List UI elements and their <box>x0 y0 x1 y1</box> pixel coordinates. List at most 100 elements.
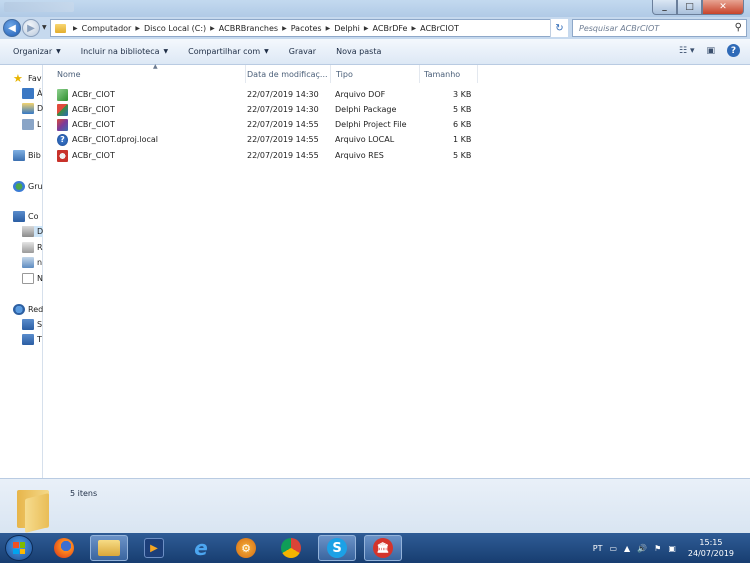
window-title-ghost <box>4 2 74 12</box>
nav-item-network-drive[interactable]: n <box>22 257 42 268</box>
breadcrumb-acbrbranches[interactable]: ACBRBranches <box>219 24 278 33</box>
column-header-type[interactable]: Tipo <box>332 65 420 83</box>
chevron-right-icon[interactable]: ▶ <box>73 25 78 32</box>
new-folder-button[interactable]: Nova pasta <box>336 47 381 56</box>
network-status-icon[interactable]: ▣ <box>668 544 676 553</box>
file-size: 5 KB <box>453 105 472 114</box>
chevron-right-icon[interactable]: ▶ <box>210 25 215 32</box>
maximize-button[interactable]: □ <box>677 0 702 15</box>
network-drive-icon <box>22 257 34 268</box>
homegroup-icon <box>13 181 25 192</box>
file-row[interactable]: ? ACBr_CIOT.dproj.local 22/07/2019 14:55… <box>44 133 484 148</box>
blank-drive-icon <box>22 273 34 284</box>
nav-item-desktop[interactable]: Á <box>22 88 42 99</box>
chevron-right-icon[interactable]: ▶ <box>135 25 140 32</box>
new-folder-label: Nova pasta <box>336 47 382 56</box>
chevron-right-icon[interactable]: ▶ <box>282 25 287 32</box>
taskbar-firefox[interactable] <box>45 535 83 561</box>
res-file-icon <box>57 150 68 162</box>
minimize-button[interactable]: _ <box>652 0 677 15</box>
taskbar-media-player[interactable]: ▶ <box>135 535 173 561</box>
column-header-name[interactable]: Nome ▲ <box>53 63 246 83</box>
help-icon[interactable]: ? <box>727 44 740 57</box>
taskbar-file-explorer[interactable] <box>90 535 128 561</box>
burn-button[interactable]: Gravar <box>289 47 316 56</box>
refresh-icon: ↻ <box>555 22 564 34</box>
details-pane: 5 itens <box>0 478 750 533</box>
chevron-down-icon: ▼ <box>163 48 169 55</box>
close-button[interactable]: ✕ <box>702 0 744 15</box>
command-bar: Organizar ▼ Incluir na biblioteca ▼ Compar… <box>0 39 750 65</box>
nav-label: N <box>37 274 43 283</box>
clock-time: 15:15 <box>699 538 723 547</box>
nav-item-drive-r[interactable]: R <box>22 242 43 253</box>
search-icon[interactable]: ⚲ <box>735 22 742 33</box>
dof-file-icon <box>57 89 68 101</box>
breadcrumb-acbrciot[interactable]: ACBrCIOT <box>420 24 459 33</box>
nav-item-network-computer-s[interactable]: S <box>22 319 42 330</box>
clock[interactable]: 15:15 24/07/2019 <box>688 537 734 559</box>
media-player-icon: ▶ <box>144 538 164 558</box>
column-header-size[interactable]: Tamanho <box>420 65 478 83</box>
taskbar-chrome[interactable] <box>272 535 310 561</box>
column-size-label: Tamanho <box>424 69 461 79</box>
taskbar-internet-explorer[interactable]: e <box>182 535 220 561</box>
chevron-right-icon[interactable]: ▶ <box>411 25 416 32</box>
language-indicator[interactable]: PT <box>593 544 603 553</box>
chevron-right-icon[interactable]: ▶ <box>364 25 369 32</box>
nav-label: Red <box>28 305 44 314</box>
nav-item-local-disk[interactable]: D <box>22 226 43 237</box>
nav-item-homegroup[interactable]: Gru <box>13 181 43 192</box>
system-tray: PT ▭ ▲ 🔊 ⚑ ▣ 15:15 24/07/2019 <box>593 533 750 563</box>
nav-item-recent[interactable]: L <box>22 119 41 130</box>
breadcrumb-acbrdfe[interactable]: ACBrDFe <box>373 24 408 33</box>
computer-icon <box>13 211 25 222</box>
nav-item-network-computer-t[interactable]: T <box>22 334 42 345</box>
organize-menu[interactable]: Organizar ▼ <box>13 47 61 56</box>
file-row[interactable]: ACBr_CIOT 22/07/2019 14:55 Arquivo RES 5… <box>44 149 484 164</box>
chevron-right-icon[interactable]: ▶ <box>326 25 331 32</box>
back-button[interactable]: ◀ <box>3 19 21 37</box>
nav-item-favorites[interactable]: ★ Fav <box>13 73 42 84</box>
column-header-date[interactable]: Data de modificaç... <box>243 65 331 83</box>
taskbar-skype[interactable]: S <box>318 535 356 561</box>
recent-pages-dropdown[interactable]: ▼ <box>42 24 47 31</box>
file-row[interactable]: ACBr_CIOT 22/07/2019 14:55 Delphi Projec… <box>44 118 484 133</box>
search-input[interactable]: Pesquisar ACBrCIOT ⚲ <box>572 19 747 37</box>
share-label: Compartilhar com <box>188 47 261 56</box>
title-bar: _ □ ✕ <box>0 0 750 17</box>
view-options-icon[interactable]: ☷ ▾ <box>679 46 694 56</box>
preview-pane-icon[interactable]: ▣ <box>706 46 715 56</box>
keyboard-icon[interactable]: ▭ <box>609 544 617 553</box>
refresh-button[interactable]: ↻ <box>550 19 568 37</box>
breadcrumb-delphi[interactable]: Delphi <box>334 24 360 33</box>
address-bar[interactable]: ▶ Computador ▶ Disco Local (C:) ▶ ACBRBran… <box>50 19 568 37</box>
breadcrumb-computador[interactable]: Computador <box>82 24 132 33</box>
nav-item-network[interactable]: Red <box>13 304 43 315</box>
start-button[interactable] <box>5 535 33 561</box>
nav-item-downloads[interactable]: D <box>22 103 43 114</box>
show-hidden-icons-icon[interactable]: ▲ <box>624 544 630 553</box>
desktop-icon <box>22 88 34 99</box>
firefox-icon <box>54 538 74 558</box>
breadcrumb-pacotes[interactable]: Pacotes <box>291 24 322 33</box>
taskbar-bank-app[interactable]: 🏛 <box>364 535 402 561</box>
nav-item-libraries[interactable]: Bib <box>13 150 41 161</box>
file-row[interactable]: ACBr_CIOT 22/07/2019 14:30 Delphi Packag… <box>44 103 484 118</box>
downloads-icon <box>22 103 34 114</box>
nav-item-drive-n[interactable]: N <box>22 273 43 284</box>
file-date: 22/07/2019 14:30 <box>247 105 319 114</box>
action-center-icon[interactable]: ⚑ <box>654 544 661 553</box>
breadcrumb-disco-local[interactable]: Disco Local (C:) <box>144 24 206 33</box>
file-type: Arquivo RES <box>335 151 384 160</box>
file-row[interactable]: ACBr_CIOT 22/07/2019 14:30 Arquivo DOF 3… <box>44 88 484 103</box>
forward-button[interactable]: ▶ <box>22 19 40 37</box>
internet-explorer-icon: e <box>194 536 208 560</box>
include-library-menu[interactable]: Incluir na biblioteca ▼ <box>81 47 168 56</box>
volume-icon[interactable]: 🔊 <box>637 544 647 553</box>
back-arrow-icon: ◀ <box>8 22 16 34</box>
nav-item-computer[interactable]: Co <box>13 211 38 222</box>
taskbar-settings-app[interactable]: ⚙ <box>227 535 265 561</box>
share-menu[interactable]: Compartilhar com ▼ <box>188 47 269 56</box>
folder-icon <box>55 23 66 33</box>
